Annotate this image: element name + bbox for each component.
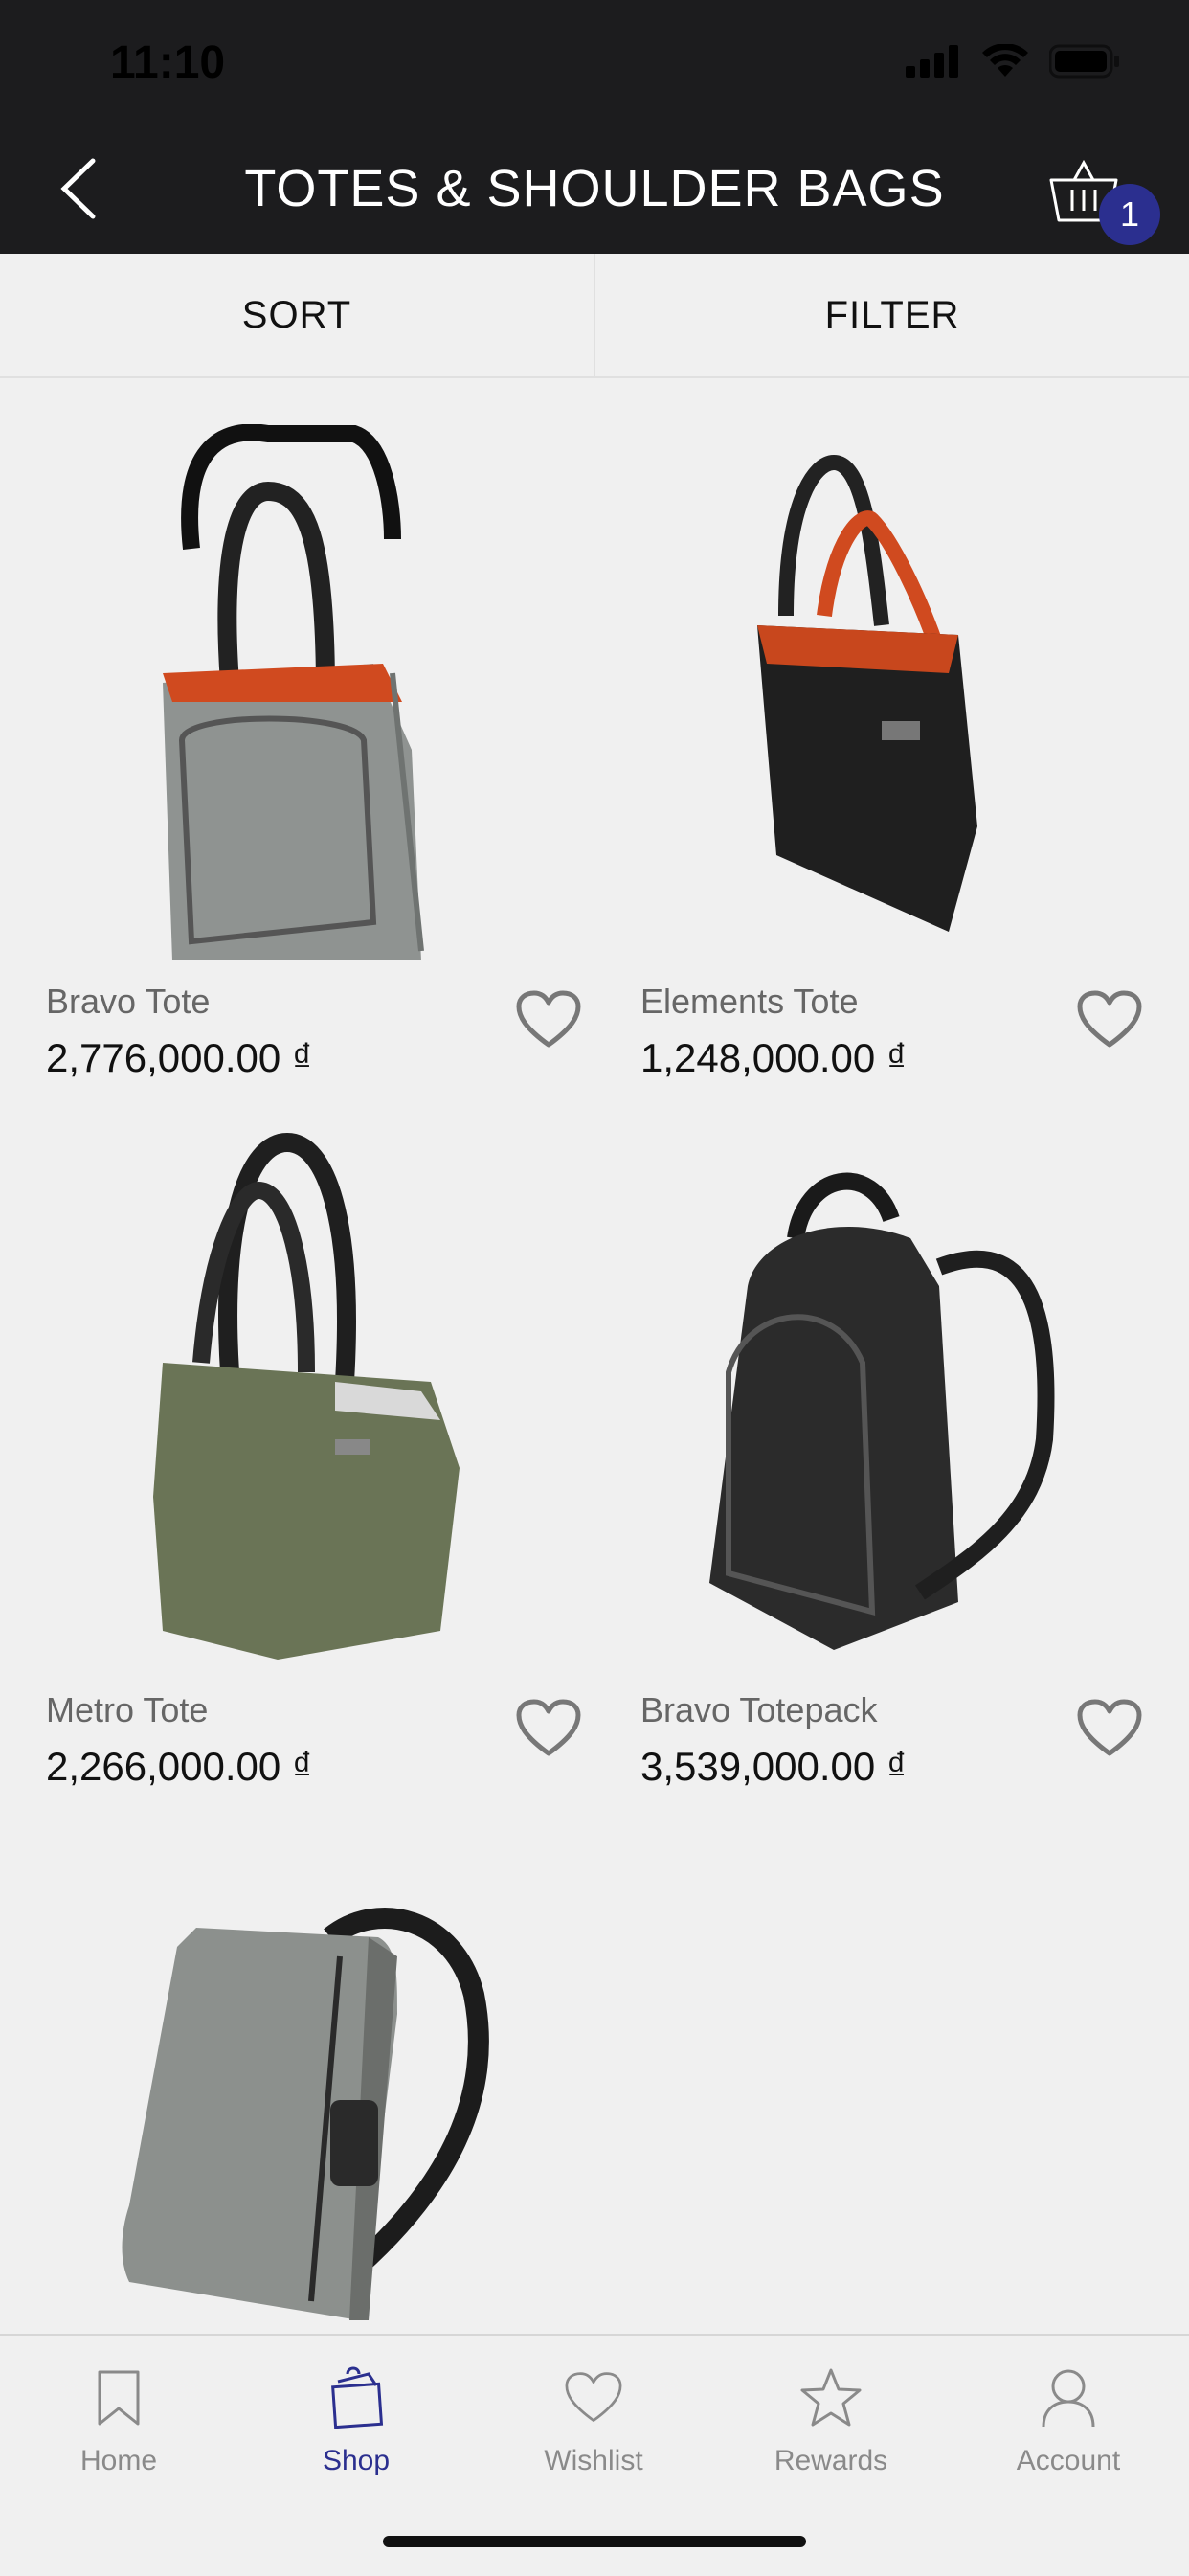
product-image[interactable] xyxy=(690,1152,1073,1650)
battery-icon xyxy=(1049,44,1119,79)
product-card-bravo-totepack[interactable]: Bravo Totepack 3,539,000.00 ₫ xyxy=(594,1085,1189,1794)
wishlist-heart-icon[interactable] xyxy=(515,989,582,1051)
tab-label: Home xyxy=(79,2445,158,2476)
star-icon xyxy=(800,2368,862,2427)
product-name: Bravo Totepack xyxy=(640,1690,878,1729)
signal-icon xyxy=(906,45,958,78)
wishlist-heart-icon[interactable] xyxy=(1076,1698,1143,1759)
tab-wishlist[interactable]: Wishlist xyxy=(475,2355,712,2477)
tab-label: Account xyxy=(1016,2445,1121,2476)
status-time: 11:10 xyxy=(110,37,226,88)
tab-account[interactable]: Account xyxy=(950,2355,1187,2477)
tab-shop[interactable]: Shop xyxy=(237,2355,475,2477)
product-name: Bravo Tote xyxy=(46,982,211,1021)
product-card-bravo-tote[interactable]: Bravo Tote 2,776,000.00 ₫ xyxy=(0,376,594,1085)
product-image[interactable] xyxy=(134,424,479,960)
tab-label: Wishlist xyxy=(544,2445,643,2476)
product-card-elements-tote[interactable]: Elements Tote 1,248,000.00 ₫ xyxy=(594,376,1189,1085)
product-price: 1,248,000.00 ₫ xyxy=(640,1035,908,1080)
product-image[interactable] xyxy=(729,443,1016,941)
product-price: 3,539,000.00 ₫ xyxy=(640,1744,908,1789)
bookmark-icon xyxy=(98,2370,140,2426)
filter-button[interactable]: FILTER xyxy=(595,254,1189,376)
wifi-icon xyxy=(982,44,1028,77)
shopping-bag-icon xyxy=(331,2366,384,2429)
cart-count-badge: 1 xyxy=(1099,184,1160,245)
product-price: 2,266,000.00 ₫ xyxy=(46,1744,313,1789)
wishlist-heart-icon[interactable] xyxy=(1076,989,1143,1051)
product-name: Metro Tote xyxy=(46,1690,209,1729)
product-card-partial[interactable] xyxy=(0,1794,594,2334)
app-header: 11:10 TOTES & SHOULDER BAGS 1 xyxy=(0,0,1189,254)
tab-home[interactable]: Home xyxy=(0,2355,237,2477)
status-icons xyxy=(906,44,1120,79)
product-image[interactable] xyxy=(110,1899,512,2334)
page-title: TOTES & SHOULDER BAGS xyxy=(244,160,945,217)
sort-filter-bar: SORT FILTER xyxy=(0,254,1189,378)
product-image[interactable] xyxy=(144,1133,469,1669)
heart-icon xyxy=(565,2372,622,2422)
sort-button[interactable]: SORT xyxy=(0,254,595,376)
person-icon xyxy=(1042,2369,1095,2428)
product-card-metro-tote[interactable]: Metro Tote 2,266,000.00 ₫ xyxy=(0,1085,594,1794)
home-indicator[interactable] xyxy=(383,2536,806,2547)
tab-label: Rewards xyxy=(774,2445,888,2476)
product-price: 2,776,000.00 ₫ xyxy=(46,1035,313,1080)
tab-rewards[interactable]: Rewards xyxy=(712,2355,950,2477)
product-name: Elements Tote xyxy=(640,982,859,1021)
title-row: TOTES & SHOULDER BAGS 1 xyxy=(0,144,1189,245)
wishlist-heart-icon[interactable] xyxy=(515,1698,582,1759)
tab-label: Shop xyxy=(322,2445,391,2476)
